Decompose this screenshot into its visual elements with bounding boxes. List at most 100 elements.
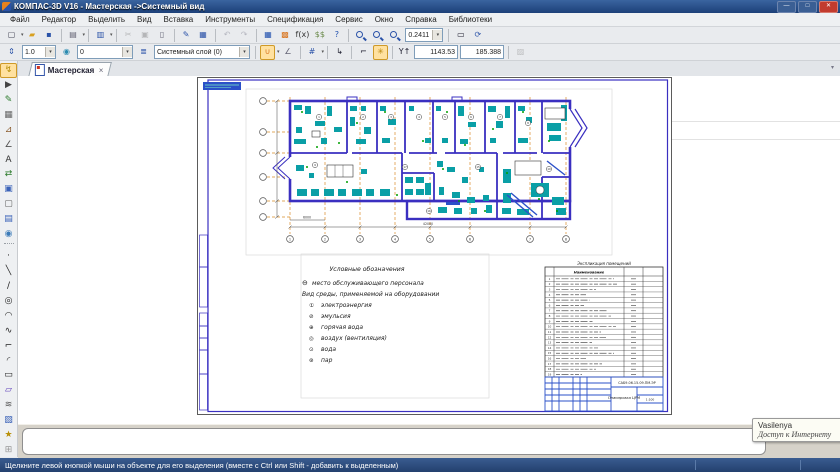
ellipse-tool-icon[interactable]: ▱	[0, 383, 17, 398]
grid-button-dropdown-icon[interactable]: ▾	[322, 49, 325, 55]
document-tab[interactable]: Мастерская ×	[28, 62, 112, 77]
links-button[interactable]: $$	[312, 28, 327, 43]
rounding-button[interactable]: ✳	[373, 45, 388, 60]
svg-text:⊘: ⊘	[309, 314, 314, 320]
zoom-frame-button[interactable]	[370, 28, 385, 43]
view-number-combo[interactable]: 0▾	[77, 45, 133, 59]
grid-button[interactable]: #	[305, 45, 320, 60]
corner-tool-icon[interactable]: ◜	[0, 353, 17, 368]
copy-properties-button[interactable]: ✎	[179, 28, 194, 43]
spreadsheet-button[interactable]: ▦	[261, 28, 276, 43]
properties-icon[interactable]: ↯	[0, 63, 17, 78]
polyline-tool-icon[interactable]: ⌐	[0, 338, 17, 353]
menu-item-3[interactable]: Вид	[131, 15, 157, 24]
local-cs-button[interactable]: ↳	[332, 45, 347, 60]
snap-magnet-button-dropdown-icon[interactable]: ▾	[277, 49, 280, 55]
build-icon[interactable]: ⊿	[0, 122, 17, 137]
view-number-combo-dropdown-icon[interactable]: ▾	[122, 47, 132, 57]
current-scale-combo[interactable]: 1.0▾	[22, 45, 56, 59]
text-tool-icon[interactable]: A	[0, 152, 17, 167]
drawing-sheet[interactable]: 12345678917151016 42000 6000 12345678 Ус…	[197, 77, 672, 415]
layers-button[interactable]: ≣	[136, 45, 151, 60]
minimize-button[interactable]: —	[777, 1, 796, 13]
angle-snap-button[interactable]: ∠	[281, 45, 296, 60]
collect-tool-icon[interactable]: ▧	[0, 413, 17, 428]
circle-tool-icon[interactable]: ◎	[0, 294, 17, 309]
sphere-icon[interactable]: ◉	[0, 226, 17, 241]
style-brush-icon[interactable]: ★	[0, 427, 17, 442]
selected-stamp[interactable]	[203, 82, 241, 90]
copy-button[interactable]: ▣	[138, 28, 153, 43]
current-scale-combo-dropdown-icon[interactable]: ▾	[45, 47, 55, 57]
property-input[interactable]	[22, 428, 766, 455]
zoom-area-button[interactable]	[387, 28, 402, 43]
close-button[interactable]: ✕	[819, 1, 838, 13]
insert-table-button[interactable]: ▦	[196, 28, 211, 43]
layer-combo-dropdown-icon[interactable]: ▾	[239, 47, 249, 57]
annotate-icon[interactable]: ✎	[0, 93, 17, 108]
toolbar-overflow-icon[interactable]: ▾	[831, 64, 834, 71]
verify-icon[interactable]: ⇄	[0, 167, 17, 182]
print-button[interactable]: ▤	[66, 28, 81, 43]
spline-tool-icon[interactable]: ∿	[0, 323, 17, 338]
menu-item-4[interactable]: Вставка	[158, 15, 200, 24]
maximize-button[interactable]: □	[798, 1, 817, 13]
blue-sheet-icon[interactable]: ▤	[0, 212, 17, 227]
zoom-in-button[interactable]	[353, 28, 368, 43]
segment-tool-icon[interactable]: ∕	[0, 279, 17, 294]
point-tool-icon[interactable]: ·	[0, 249, 17, 264]
orientation-button[interactable]: ◉	[59, 45, 74, 60]
ortho-button[interactable]: ⌐	[356, 45, 371, 60]
zoom-scale-combo-dropdown-icon[interactable]: ▾	[432, 30, 442, 40]
preview-button[interactable]: ▥	[93, 28, 108, 43]
menu-item-9[interactable]: Справка	[399, 15, 442, 24]
drawing-doc-icon	[35, 64, 45, 76]
cut-button[interactable]: ✂	[121, 28, 136, 43]
variables-button[interactable]: ▩	[278, 28, 293, 43]
menu-item-0[interactable]: Файл	[4, 15, 36, 24]
new-document-button[interactable]: ▢	[4, 28, 19, 43]
menu-item-7[interactable]: Сервис	[329, 15, 368, 24]
menu-item-2[interactable]: Выделить	[82, 15, 131, 24]
rectangle-tool-icon[interactable]: ▭	[0, 368, 17, 383]
title-bar[interactable]: КОМПАС-3D V16 - Мастерская ->Системный в…	[0, 0, 840, 13]
menu-item-6[interactable]: Спецификация	[261, 15, 329, 24]
layer-combo[interactable]: Системный слой (0)▾	[154, 45, 250, 59]
menu-item-10[interactable]: Библиотеки	[443, 15, 498, 24]
refresh-view-button[interactable]: ⟳	[470, 28, 485, 43]
fx-button[interactable]: f(x)	[295, 28, 311, 43]
fit-scale-button[interactable]: ⇕	[4, 45, 19, 60]
image-icon[interactable]: ▣	[0, 182, 17, 197]
svg-text:◎: ◎	[309, 336, 314, 342]
print-button-dropdown-icon[interactable]: ▾	[83, 32, 86, 38]
help-cursor-button[interactable]: ?	[329, 28, 344, 43]
svg-text:10: 10	[548, 325, 552, 329]
x-coordinate-field[interactable]: 1143.53	[414, 45, 458, 59]
sheet-icon[interactable]: ▢	[0, 197, 17, 212]
hatch-tool-icon[interactable]: ≋	[0, 398, 17, 413]
phantom-button[interactable]: ▨	[513, 45, 528, 60]
preview-button-dropdown-icon[interactable]: ▾	[110, 32, 113, 38]
tab-close-icon[interactable]: ×	[99, 66, 104, 75]
stamp-icon[interactable]: ▦	[0, 108, 17, 123]
angle-measure-icon[interactable]: ∠	[0, 137, 17, 152]
show-page-button[interactable]: ▭	[453, 28, 468, 43]
selection-cursor-icon[interactable]: ▶	[0, 78, 17, 93]
snap-magnet-button[interactable]: ∪	[260, 45, 275, 60]
redo-button[interactable]: ↷	[237, 28, 252, 43]
y-coordinate-field[interactable]: 185.388	[460, 45, 504, 59]
menu-item-8[interactable]: Окно	[369, 15, 400, 24]
tool-palette: ↯▶✎▦⊿∠A⇄▣▢▤◉ ·╲∕◎◠∿⌐◜▭▱≋▧★⊞	[0, 61, 18, 457]
undo-button[interactable]: ↶	[220, 28, 235, 43]
save-button[interactable]: ▪	[42, 28, 57, 43]
paste-button[interactable]: ▯	[155, 28, 170, 43]
zoom-scale-combo[interactable]: 0.2411▾	[405, 28, 443, 42]
menu-item-1[interactable]: Редактор	[36, 15, 82, 24]
drawing-canvas[interactable]: 12345678917151016 42000 6000 12345678 Ус…	[18, 76, 840, 424]
panel-grip-icon[interactable]: ⊞	[0, 442, 17, 457]
open-button[interactable]: ▰	[25, 28, 40, 43]
menu-item-5[interactable]: Инструменты	[199, 15, 261, 24]
new-document-button-dropdown-icon[interactable]: ▾	[21, 32, 24, 38]
arc-tool-icon[interactable]: ◠	[0, 309, 17, 324]
line-tool-icon[interactable]: ╲	[0, 264, 17, 279]
